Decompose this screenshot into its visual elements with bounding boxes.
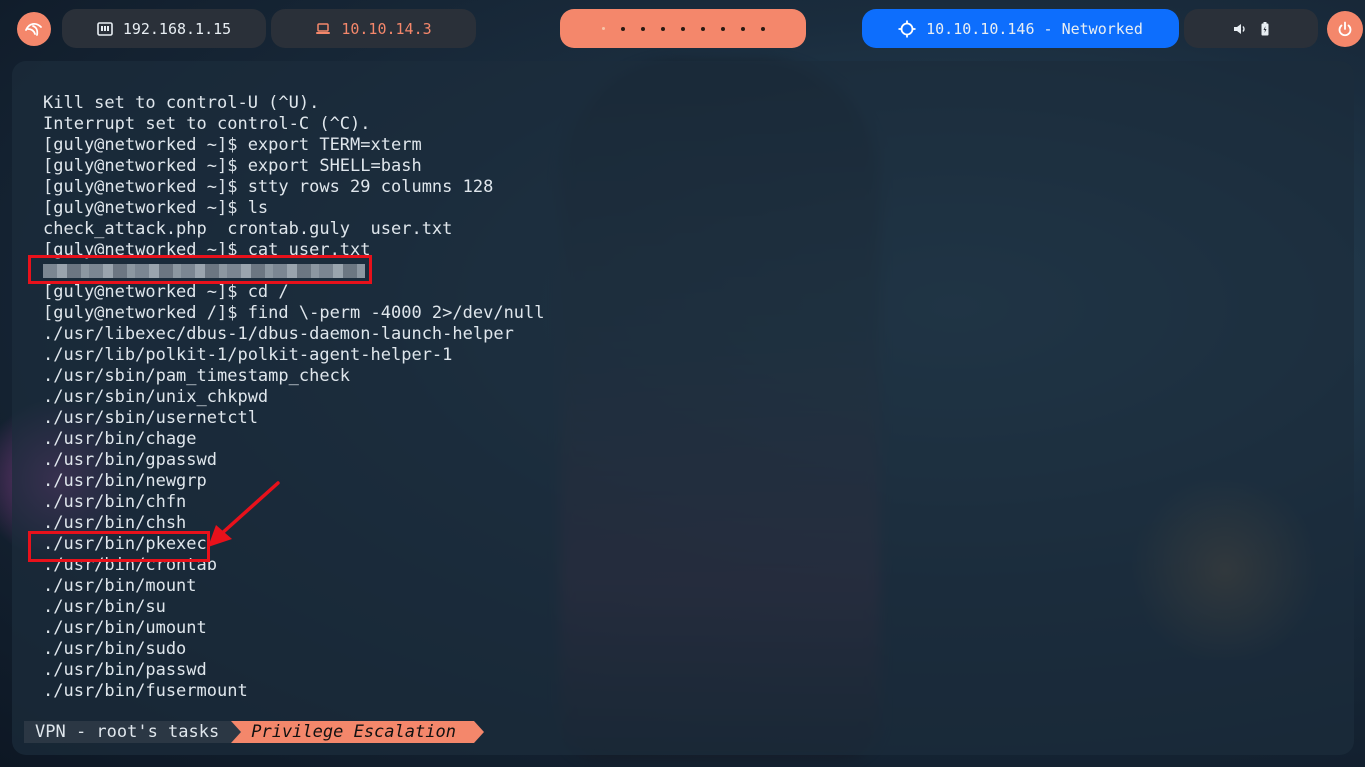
- terminal-line: [guly@networked ~]$ cd /: [43, 282, 289, 302]
- workspace-indicators: [601, 26, 765, 31]
- terminal-line: check_attack.php crontab.guly user.txt: [43, 219, 453, 239]
- menu-button[interactable]: [17, 12, 51, 46]
- terminal-line: ./usr/lib/polkit-1/polkit-agent-helper-1: [43, 345, 453, 365]
- tmux-session-label[interactable]: VPN - root's tasks: [24, 721, 232, 743]
- terminal-window[interactable]: Kill set to control-U (^U). Interrupt se…: [12, 61, 1354, 755]
- workspace-dot[interactable]: [601, 27, 605, 30]
- terminal-line: ./usr/bin/newgrp: [43, 471, 207, 491]
- battery-icon[interactable]: [1261, 21, 1269, 36]
- terminal-line: Interrupt set to control-C (^C).: [43, 114, 371, 134]
- workspace-dot[interactable]: [720, 26, 725, 31]
- terminal-line: [guly@networked ~]$ export TERM=xterm: [43, 135, 422, 155]
- terminal-line: [guly@networked ~]$ stty rows 29 columns…: [43, 177, 494, 197]
- top-bar: 192.168.1.15 10.10.14.3 10.10.10.146 - N…: [0, 0, 1365, 58]
- local-ip-label: 192.168.1.15: [122, 19, 232, 38]
- power-button[interactable]: [1327, 11, 1363, 47]
- annotation-arrow-icon: [208, 481, 280, 547]
- tmux-status-bar: VPN - root's tasks Privilege Escalation: [24, 721, 484, 743]
- vpn-ip-widget[interactable]: 10.10.14.3: [271, 9, 476, 48]
- target-label: 10.10.10.146 - Networked: [926, 19, 1143, 38]
- laptop-icon: [316, 22, 331, 34]
- terminal-output: Kill set to control-U (^U). Interrupt se…: [43, 93, 545, 702]
- terminal-line: ./usr/sbin/pam_timestamp_check: [43, 366, 351, 386]
- terminal-line: ./usr/bin/passwd: [43, 660, 207, 680]
- terminal-line: ./usr/bin/chfn: [43, 492, 187, 512]
- vpn-ip-label: 10.10.14.3: [341, 19, 432, 38]
- tmux-window-label[interactable]: Privilege Escalation: [231, 721, 484, 743]
- terminal-line: [guly@networked ~]$ export SHELL=bash: [43, 156, 422, 176]
- terminal-line: ./usr/bin/gpasswd: [43, 450, 217, 470]
- network-card-icon: [97, 21, 113, 36]
- workspace-dot[interactable]: [660, 26, 665, 31]
- terminal-line: ./usr/bin/fusermount: [43, 681, 248, 701]
- terminal-line: ./usr/sbin/unix_chkpwd: [43, 387, 269, 407]
- terminal-line: ./usr/bin/mount: [43, 576, 197, 596]
- terminal-line: Kill set to control-U (^U).: [43, 93, 320, 113]
- workspace-dot[interactable]: [620, 26, 625, 31]
- kali-dragon-icon: [25, 23, 42, 36]
- system-tray[interactable]: [1184, 9, 1318, 48]
- workspace-dot[interactable]: [640, 26, 645, 31]
- terminal-line: ./usr/bin/umount: [43, 618, 207, 638]
- power-icon: [1338, 21, 1352, 37]
- terminal-line: [guly@networked ~]$ ls: [43, 198, 269, 218]
- terminal-line: ./usr/bin/su: [43, 597, 166, 617]
- terminal-line: [guly@networked /]$ find \-perm -4000 2>…: [43, 303, 545, 323]
- target-widget[interactable]: 10.10.10.146 - Networked: [862, 9, 1179, 48]
- terminal-line: ./usr/bin/sudo: [43, 639, 187, 659]
- terminal-line: ./usr/sbin/usernetctl: [43, 408, 258, 428]
- workspace-dot[interactable]: [740, 26, 745, 31]
- pkexec-highlight-box: [28, 531, 210, 562]
- workspace-dot[interactable]: [700, 26, 705, 31]
- workspace-dot[interactable]: [760, 26, 765, 31]
- flag-highlight-box: [28, 255, 372, 284]
- workspaces-widget[interactable]: [560, 9, 806, 48]
- terminal-line: ./usr/bin/chage: [43, 429, 197, 449]
- crosshair-icon: [898, 20, 916, 37]
- local-ip-widget[interactable]: 192.168.1.15: [62, 9, 266, 48]
- volume-icon[interactable]: [1233, 23, 1247, 35]
- terminal-line: ./usr/libexec/dbus-1/dbus-daemon-launch-…: [43, 324, 514, 344]
- workspace-dot[interactable]: [680, 26, 685, 31]
